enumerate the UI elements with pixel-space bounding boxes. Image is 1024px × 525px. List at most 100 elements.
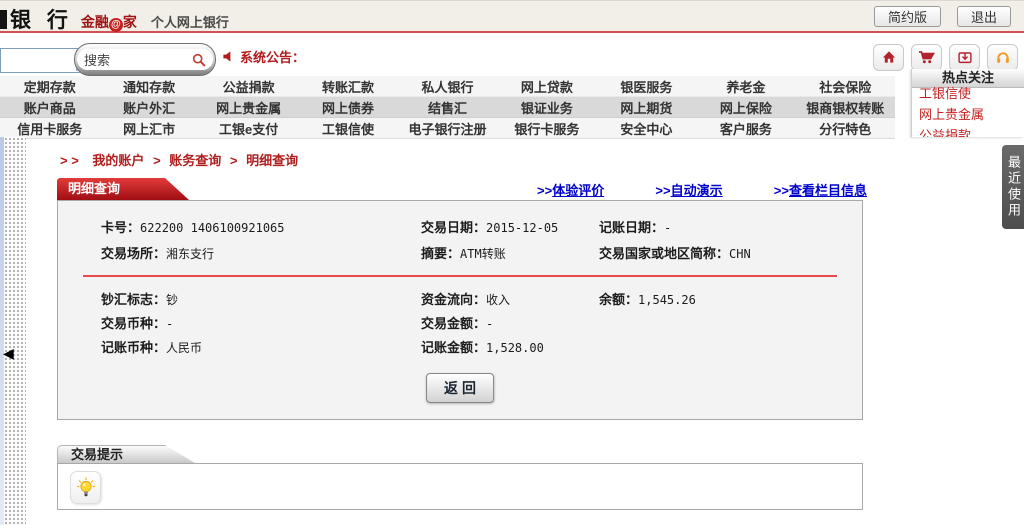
transaction-tips-tab: 交易提示 — [57, 445, 207, 463]
field-value: - — [486, 317, 493, 331]
field-balance: 余额：1,545.26 — [599, 289, 862, 313]
simple-version-button[interactable]: 简约版 — [874, 6, 941, 27]
cart-button[interactable] — [911, 44, 942, 71]
back-button[interactable]: 返 回 — [426, 373, 494, 403]
detail-fields-bottom: 钞汇标志：钞 资金流向：收入 余额：1,545.26 交易币种：- 交易金额：-… — [58, 289, 862, 361]
field-label: 记账金额： — [421, 340, 486, 355]
breadcrumb-prefix: > > — [60, 153, 79, 168]
field-card-number: 卡号：622200 1406100921065 — [101, 217, 421, 243]
brand-prefix: 金融 — [81, 14, 109, 30]
speaker-icon — [222, 50, 235, 63]
field-value: - — [664, 221, 671, 235]
nav-item-bank-card-service[interactable]: 银行卡服务 — [497, 119, 596, 138]
breadcrumb-separator: > — [153, 153, 161, 168]
logout-button[interactable]: 退出 — [957, 6, 1011, 27]
nav-item-fixed-deposit[interactable]: 定期存款 — [0, 77, 99, 96]
nav-item-bank-securities[interactable]: 银证业务 — [497, 98, 596, 117]
nav-item-online-loan[interactable]: 网上贷款 — [497, 77, 596, 96]
hot-topics-panel: 热点关注 工银信使 网上贵金属 公益捐款 — [911, 69, 1024, 137]
nav-item-online-insurance[interactable]: 网上保险 — [696, 98, 795, 117]
link-text: 查看栏目信息 — [789, 183, 867, 198]
hot-link-precious-metal[interactable]: 网上贵金属 — [912, 104, 1024, 125]
auto-demo-link[interactable]: >>自动演示 — [655, 180, 722, 199]
home-icon — [881, 50, 897, 65]
view-column-info-link[interactable]: >>查看栏目信息 — [774, 180, 867, 199]
field-booking-amount: 记账金额：1,528.00 — [421, 337, 599, 361]
nav-item-customer-service[interactable]: 客户服务 — [696, 119, 795, 138]
link-text: 自动演示 — [671, 183, 723, 198]
support-button[interactable] — [987, 44, 1018, 71]
home-button[interactable] — [873, 44, 904, 71]
nav-item-online-forex-market[interactable]: 网上汇市 — [99, 119, 198, 138]
field-label: 记账日期： — [599, 220, 664, 235]
breadcrumb-my-accounts[interactable]: 我的账户 — [92, 153, 144, 168]
hot-link-charity[interactable]: 公益捐款 — [912, 125, 1024, 137]
nav-item-online-precious-metal[interactable]: 网上贵金属 — [199, 98, 298, 117]
nav-item-bank-merchant-transfer[interactable]: 银商银权转账 — [796, 98, 895, 117]
nav-item-branch-features[interactable]: 分行特色 — [796, 119, 895, 138]
inbox-icon — [957, 50, 973, 65]
personal-banking-tagline: 个人网上银行 — [151, 12, 229, 31]
nav-item-private-banking[interactable]: 私人银行 — [398, 77, 497, 96]
field-value: 人民币 — [166, 341, 202, 355]
nav-item-account-commodity[interactable]: 账户商品 — [0, 98, 99, 117]
nav-item-charity-donation[interactable]: 公益捐款 — [199, 77, 298, 96]
field-value: CHN — [729, 247, 751, 261]
field-transaction-date: 交易日期：2015-12-05 — [421, 217, 599, 243]
link-text: 体验评价 — [552, 183, 604, 198]
search-box: 搜索 — [74, 43, 216, 76]
recently-used-tab[interactable]: 最近使用 — [1002, 145, 1024, 229]
hot-link-icbc-messenger[interactable]: 工银信使 — [912, 83, 1024, 104]
nav-row-1: 定期存款 通知存款 公益捐款 转账汇款 私人银行 网上贷款 银医服务 养老金 社… — [0, 76, 895, 97]
inbox-button[interactable] — [949, 44, 980, 71]
toolbar: 搜索 系统公告： — [0, 33, 1024, 76]
field-label: 交易国家或地区简称： — [599, 246, 729, 261]
nav-item-notice-deposit[interactable]: 通知存款 — [99, 77, 198, 96]
field-label: 摘要： — [421, 246, 460, 261]
nav-row-2: 账户商品 账户外汇 网上贵金属 网上债券 结售汇 银证业务 网上期货 网上保险 … — [0, 97, 895, 118]
field-transaction-amount: 交易金额：- — [421, 313, 599, 337]
search-input[interactable]: 搜索 — [77, 49, 213, 70]
nav-item-icbc-messenger[interactable]: 工银信使 — [298, 119, 397, 138]
nav-item-pension[interactable]: 养老金 — [696, 77, 795, 96]
nav-item-icbc-epay[interactable]: 工银e支付 — [199, 119, 298, 138]
brand-finance-home: 金融@家 — [81, 12, 137, 32]
hot-topics-list: 工银信使 网上贵金属 公益捐款 — [912, 83, 1024, 137]
nav-item-account-forex[interactable]: 账户外汇 — [99, 98, 198, 117]
field-label: 交易金额： — [421, 316, 486, 331]
nav-item-online-futures[interactable]: 网上期货 — [597, 98, 696, 117]
breadcrumb-account-query[interactable]: 账务查询 — [169, 153, 221, 168]
collapse-arrow-icon[interactable]: ◀ — [3, 346, 14, 360]
nav-item-forex-settlement[interactable]: 结售汇 — [398, 98, 497, 117]
field-empty — [599, 337, 862, 361]
nav-item-ebanking-register[interactable]: 电子银行注册 — [398, 119, 497, 138]
link-prefix: >> — [655, 183, 670, 198]
nav-item-security-center[interactable]: 安全中心 — [597, 119, 696, 138]
nav-item-online-bond[interactable]: 网上债券 — [298, 98, 397, 117]
field-empty — [599, 313, 862, 337]
breadcrumb-detail-query[interactable]: 明细查询 — [246, 153, 298, 168]
at-icon: @ — [109, 18, 123, 32]
lightbulb-icon — [76, 477, 96, 499]
field-cash-remit-flag: 钞汇标志：钞 — [101, 289, 421, 313]
field-value: 收入 — [486, 293, 510, 307]
tip-bulb-button — [70, 471, 101, 504]
tab-detail-query[interactable]: 明细查询 — [57, 178, 207, 200]
breadcrumb-separator: > — [230, 153, 238, 168]
nav-item-social-insurance[interactable]: 社会保险 — [796, 77, 895, 96]
nav-item-bank-medical[interactable]: 银医服务 — [597, 77, 696, 96]
bank-logo: 银 行 金融@家 个人网上银行 — [0, 4, 229, 34]
breadcrumb: > > 我的账户 > 账务查询 > 明细查询 — [60, 150, 298, 169]
main-nav: 定期存款 通知存款 公益捐款 转账汇款 私人银行 网上贷款 银医服务 养老金 社… — [0, 76, 895, 139]
experience-rating-link[interactable]: >>体验评价 — [537, 180, 604, 199]
search-icon[interactable] — [192, 53, 206, 67]
link-prefix: >> — [537, 183, 552, 198]
field-label: 余额： — [599, 292, 638, 307]
headset-icon — [995, 50, 1011, 65]
nav-item-transfer-remit[interactable]: 转账汇款 — [298, 77, 397, 96]
field-transaction-currency: 交易币种：- — [101, 313, 421, 337]
nav-item-credit-card-service[interactable]: 信用卡服务 — [0, 119, 99, 138]
field-value: ATM转账 — [460, 247, 506, 261]
field-value: 钞 — [166, 293, 178, 307]
quick-icon-bar — [873, 44, 1018, 71]
